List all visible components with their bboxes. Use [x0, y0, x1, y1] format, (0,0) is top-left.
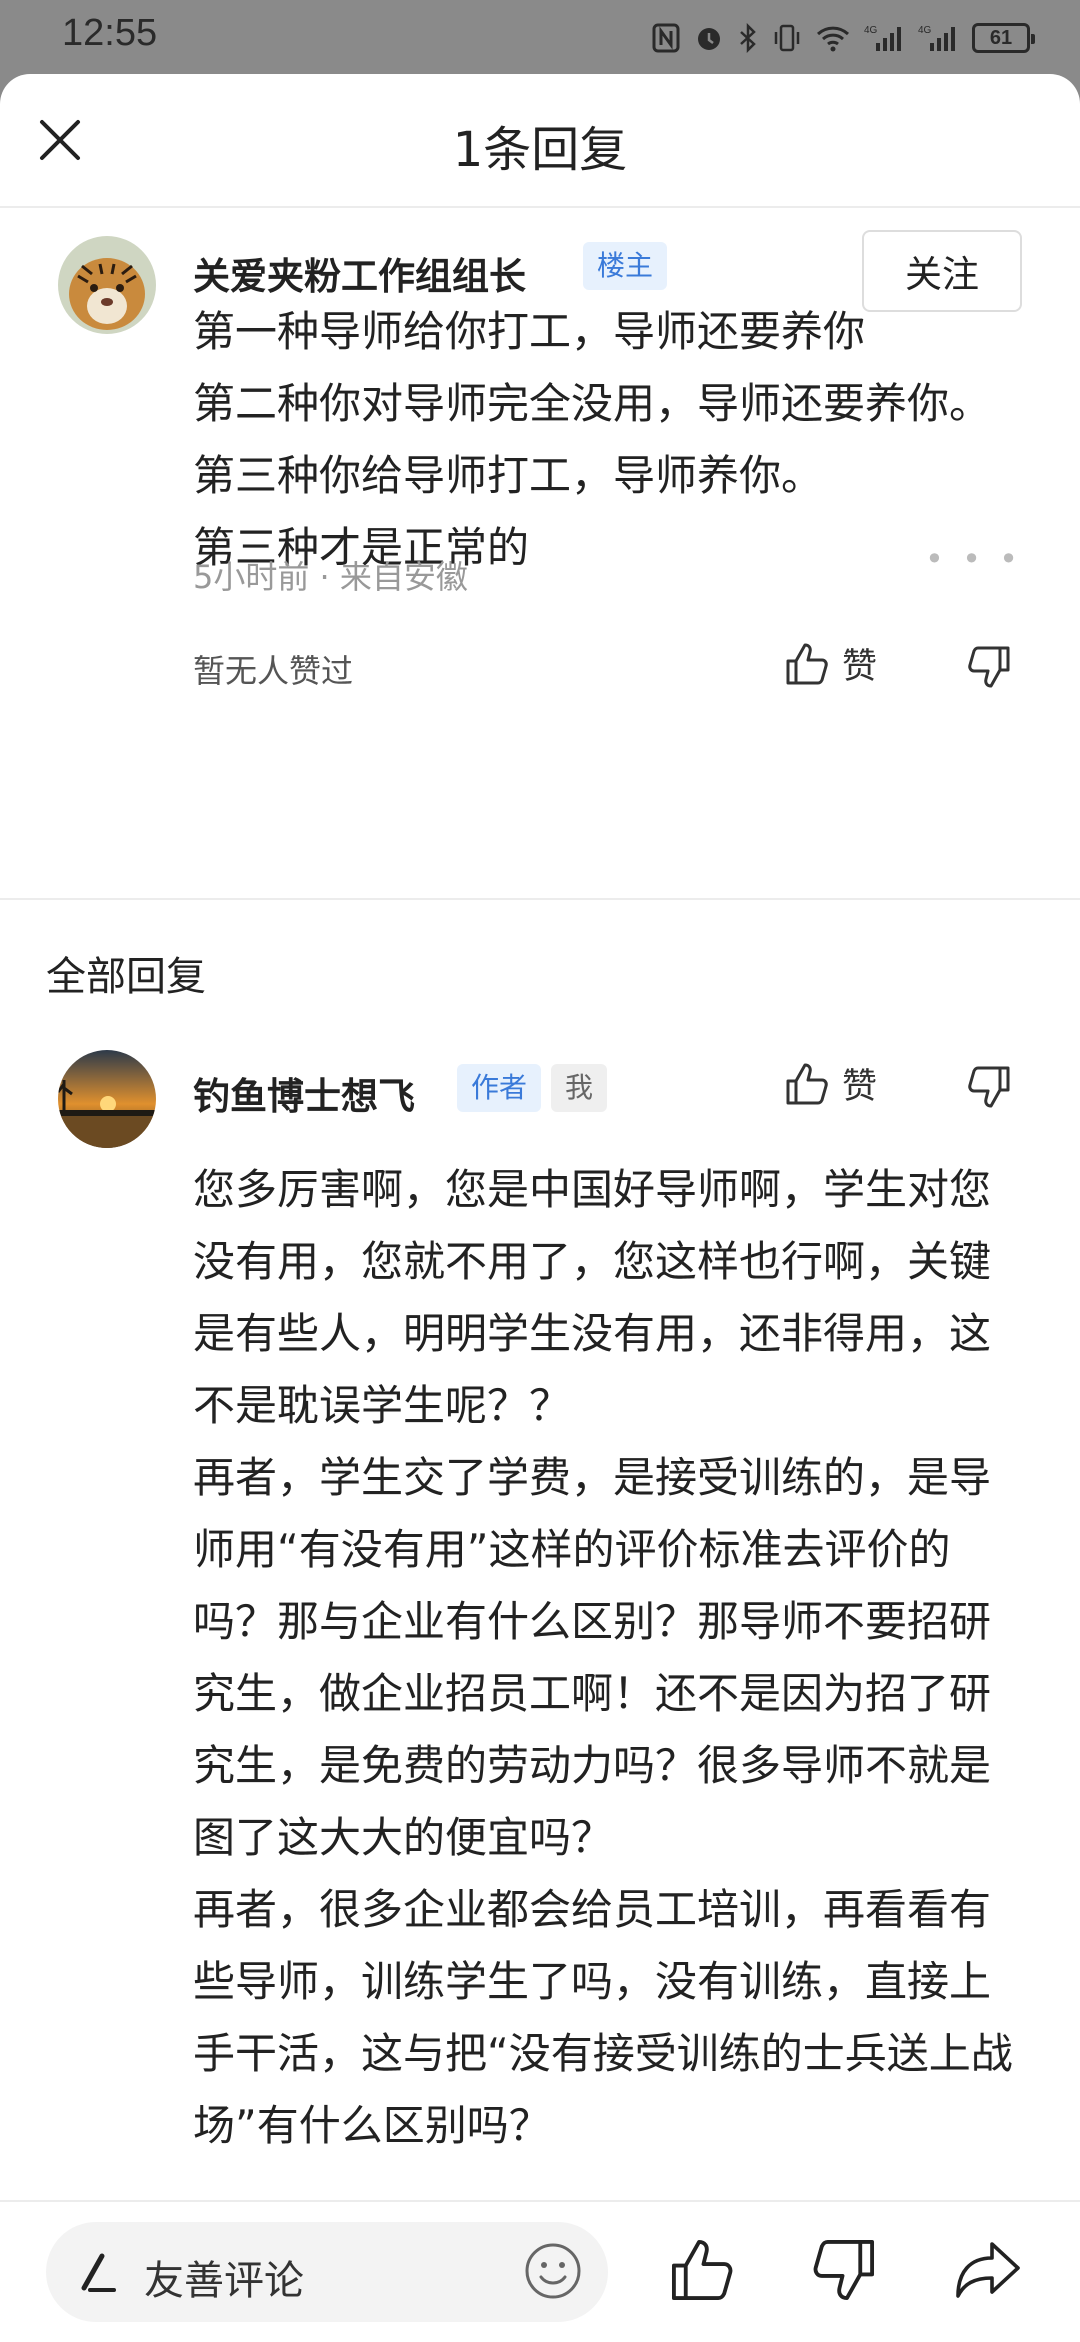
avatar[interactable] [58, 236, 156, 334]
status-bar: 12:55 4G 4G 61 [0, 0, 1080, 74]
reply-username[interactable]: 钓鱼博士想飞 [193, 1066, 415, 1120]
svg-text:4G: 4G [864, 25, 878, 36]
reply-sheet: 1条回复 关爱夹粉工作组组长 楼主 关注 第一种导师给你打工，导师还要养你 第二… [0, 74, 1080, 2340]
tiger-avatar-image [58, 236, 156, 334]
thumbs-down-icon [813, 2239, 875, 2301]
main-comment: 关爱夹粉工作组组长 楼主 关注 第一种导师给你打工，导师还要养你 第二种你对导师… [0, 74, 1080, 690]
like-label: 赞 [842, 1067, 878, 1107]
share-icon [956, 2242, 1020, 2298]
thumbs-up-icon [786, 643, 828, 684]
share-button[interactable] [952, 2236, 1024, 2308]
op-badge: 楼主 [583, 242, 668, 290]
comment-input-placeholder: 友善评论 [144, 2258, 304, 2304]
emoji-icon[interactable] [522, 2240, 584, 2306]
nfc-icon [652, 23, 680, 53]
bottom-dislike-button[interactable] [810, 2236, 878, 2308]
dislike-button[interactable] [966, 644, 1012, 690]
comment-meta: 5小时前 · 来自安徽 [193, 558, 468, 596]
reply-dislike-button[interactable] [966, 1064, 1012, 1110]
signal-2-icon: 4G [918, 23, 958, 53]
comment-text: 第一种导师给你打工，导师还要养你 第二种你对导师完全没用，导师还要养你。 第三种… [193, 307, 992, 572]
replies-section-title: 全部回复 [46, 954, 206, 1000]
thumbs-up-icon [671, 2239, 733, 2301]
status-icons: 4G 4G 61 [652, 18, 1035, 58]
svg-text:4G: 4G [918, 25, 932, 36]
comment-username[interactable]: 关爱夹粉工作组组长 [193, 246, 526, 300]
status-time: 12:55 [62, 12, 158, 54]
battery-indicator: 61 [972, 23, 1035, 53]
divider [0, 898, 1080, 900]
me-badge: 我 [551, 1064, 608, 1112]
like-label: 赞 [842, 647, 878, 687]
author-badge: 作者 [457, 1064, 542, 1112]
sunset-avatar-image [58, 1050, 156, 1148]
more-options-icon[interactable]: • • • [925, 540, 1022, 578]
reply-like-button[interactable]: 赞 [784, 1058, 877, 1109]
wifi-icon [816, 23, 850, 53]
bluetooth-icon [738, 23, 758, 53]
thumbs-up-icon [786, 1063, 828, 1104]
likes-summary: 暂无人赞过 [193, 652, 354, 690]
bottom-like-button[interactable] [668, 2236, 736, 2308]
reply-text: 您多厉害啊，您是中国好导师啊，学生对您没有用，您就不用了，您这样也行啊，关键是有… [193, 1165, 1013, 2150]
thumbs-down-icon [968, 646, 1010, 688]
thumbs-down-icon [968, 1066, 1010, 1108]
pen-icon [76, 2248, 124, 2300]
avatar[interactable] [58, 1050, 156, 1148]
comment-input[interactable]: 友善评论 [46, 2222, 608, 2322]
like-button[interactable]: 赞 [784, 638, 877, 689]
signal-1-icon: 4G [864, 23, 904, 53]
vibrate-icon [772, 23, 802, 53]
alarm-icon [694, 23, 724, 53]
